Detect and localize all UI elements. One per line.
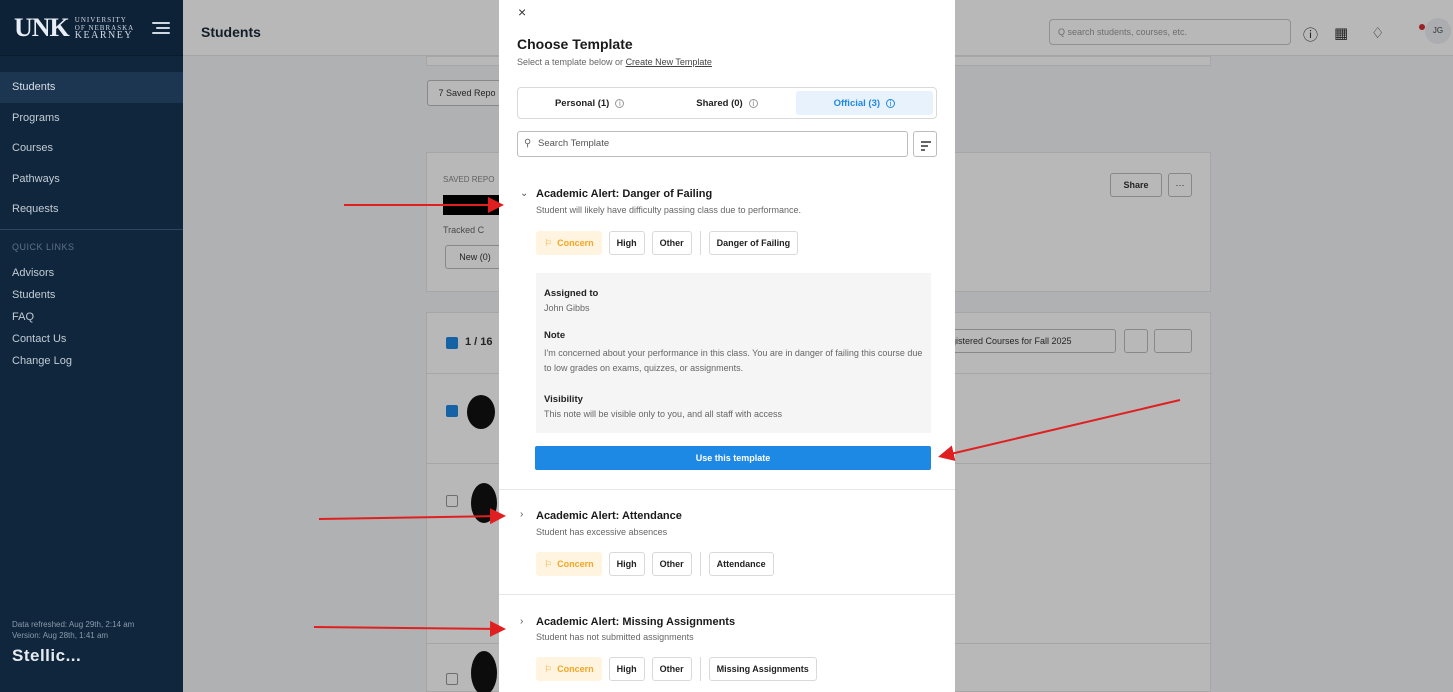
collapse-menu-icon[interactable] <box>152 21 171 35</box>
template-tags: ⚐ Concern High Other Missing Assignments <box>536 657 824 681</box>
info-icon: i <box>615 98 625 108</box>
note-label: Note <box>544 330 566 341</box>
choose-template-modal: × Choose Template Select a template belo… <box>499 0 955 692</box>
concern-tag: ⚐ Concern <box>536 231 602 255</box>
template-divider <box>499 489 955 490</box>
tab-official[interactable]: Official (3) i <box>795 91 933 115</box>
category-tag: Other <box>651 231 692 255</box>
reason-tag: Missing Assignments <box>708 657 817 681</box>
category-tag: Other <box>651 657 692 681</box>
template-search-input[interactable]: ⚲ Search Template <box>517 131 908 157</box>
sidebar-divider <box>0 228 183 230</box>
tab-personal[interactable]: Personal (1) i <box>521 91 658 115</box>
template-description: Student has excessive absences <box>536 527 668 537</box>
priority-tag: High <box>608 657 645 681</box>
sidebar: UNK UNIVERSITY OF NEBRASKA KEARNEY Stude… <box>0 0 183 692</box>
filter-icon-line <box>921 149 925 151</box>
filter-icon-line <box>921 145 928 147</box>
logo-line-1: UNIVERSITY <box>74 15 127 24</box>
logo-mark: UNK <box>14 12 70 42</box>
template-title[interactable]: Academic Alert: Attendance <box>536 510 682 522</box>
modal-subtitle: Select a template below or Create New Te… <box>517 57 712 67</box>
sidebar-item-requests[interactable]: Requests <box>0 194 183 225</box>
search-placeholder: Search Template <box>538 138 610 149</box>
sidebar-item-courses[interactable]: Courses <box>0 133 183 164</box>
data-refreshed-text: Data refreshed: Aug 29th, 2:14 am <box>12 620 135 629</box>
use-template-button[interactable]: Use this template <box>535 446 931 470</box>
template-tags: ⚐ Concern High Other Attendance <box>536 552 781 576</box>
template-description: Student has not submitted assignments <box>536 632 694 642</box>
info-icon: i <box>886 98 896 108</box>
quick-link-faq[interactable]: FAQ <box>0 306 183 328</box>
logo-line-3: KEARNEY <box>74 29 134 41</box>
priority-tag: High <box>608 552 645 576</box>
version-text: Version: Aug 28th, 1:41 am <box>12 631 109 640</box>
visibility-label: Visibility <box>544 394 583 405</box>
concern-tag: ⚐ Concern <box>536 657 602 681</box>
sidebar-item-programs[interactable]: Programs <box>0 103 183 134</box>
template-title[interactable]: Academic Alert: Missing Assignments <box>536 616 735 628</box>
university-logo[interactable]: UNK UNIVERSITY OF NEBRASKA KEARNEY <box>0 0 183 56</box>
quick-link-change-log[interactable]: Change Log <box>0 350 183 372</box>
template-details: Assigned to John Gibbs Note I'm concerne… <box>536 273 931 433</box>
filter-icon-line <box>921 141 931 143</box>
quick-link-students[interactable]: Students <box>0 284 183 306</box>
logo-text: UNIVERSITY OF NEBRASKA KEARNEY <box>74 15 134 41</box>
close-icon[interactable]: × <box>518 4 526 20</box>
reason-tag: Attendance <box>708 552 774 576</box>
modal-title: Choose Template <box>517 36 633 52</box>
template-tags: ⚐ Concern High Other Danger of Failing <box>536 231 805 255</box>
assigned-label: Assigned to <box>544 288 599 299</box>
tag-label: Concern <box>557 664 594 674</box>
tab-label: Personal (1) <box>554 97 610 109</box>
tag-divider <box>699 657 701 681</box>
data-refresh-info: Data refreshed: Aug 29th, 2:14 am Versio… <box>12 619 134 641</box>
search-icon: ⚲ <box>524 138 532 149</box>
note-value: I'm concerned about your performance in … <box>544 348 923 373</box>
sidebar-item-students[interactable]: Students <box>0 72 183 103</box>
create-new-template-link[interactable]: Create New Template <box>626 57 712 67</box>
sidebar-item-pathways[interactable]: Pathways <box>0 164 183 195</box>
template-description: Student will likely have difficulty pass… <box>536 205 801 215</box>
tab-label: Official (3) <box>833 97 881 109</box>
tag-label: Concern <box>557 559 594 569</box>
info-icon: i <box>748 98 758 108</box>
template-tabs: Personal (1) i Shared (0) i Official (3) i <box>517 87 937 119</box>
quick-link-contact-us[interactable]: Contact Us <box>0 328 183 350</box>
reason-tag: Danger of Failing <box>708 231 799 255</box>
filter-button[interactable] <box>913 131 937 157</box>
chevron-down-icon[interactable]: ⌄ <box>520 188 528 199</box>
chevron-right-icon[interactable]: › <box>520 616 523 627</box>
template-divider <box>499 594 955 595</box>
assigned-value: John Gibbs <box>544 303 590 313</box>
quick-link-advisors[interactable]: Advisors <box>0 262 183 284</box>
concern-tag: ⚐ Concern <box>536 552 602 576</box>
priority-tag: High <box>608 231 645 255</box>
tab-label: Shared (0) <box>696 97 743 109</box>
sidebar-nav: Students Programs Courses Pathways Reque… <box>0 72 183 225</box>
tag-label: Concern <box>557 238 594 248</box>
visibility-value: This note will be visible only to you, a… <box>544 409 782 419</box>
template-title[interactable]: Academic Alert: Danger of Failing <box>536 188 712 200</box>
quick-links-title: QUICK LINKS <box>12 241 75 252</box>
stellic-brand: Stellic... <box>12 646 82 665</box>
tab-shared[interactable]: Shared (0) i <box>658 91 795 115</box>
category-tag: Other <box>651 552 692 576</box>
tag-divider <box>699 552 701 576</box>
subtitle-text: Select a template below or <box>517 57 626 67</box>
chevron-right-icon[interactable]: › <box>520 509 523 520</box>
tag-divider <box>699 231 701 255</box>
